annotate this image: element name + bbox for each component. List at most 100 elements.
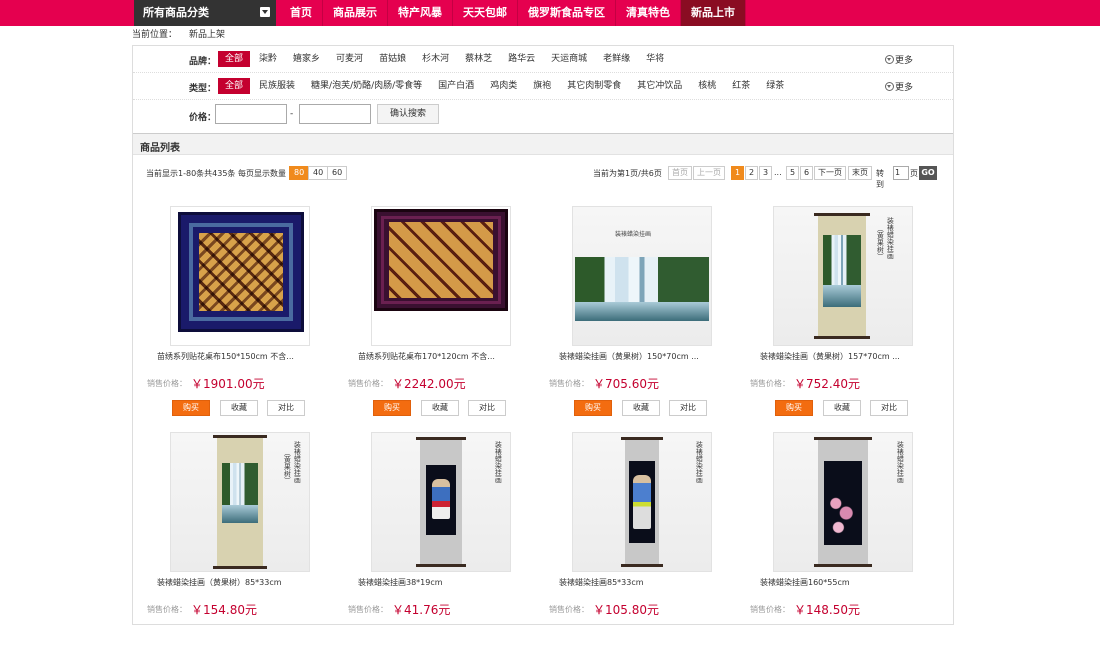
compare-button[interactable]: 对比 <box>267 400 305 416</box>
product-name[interactable]: 装裱蜡染挂画38*19cm <box>358 577 528 588</box>
brand-option[interactable]: 可麦河 <box>329 51 370 67</box>
product-card: 装裱蜡染挂画 装裱蜡染挂画（黄果树）150*70cm ... 销售价格： ￥70… <box>534 206 734 436</box>
product-name[interactable]: 装裱蜡染挂画160*55cm <box>760 577 930 588</box>
favorite-button[interactable]: 收藏 <box>823 400 861 416</box>
favorite-button[interactable]: 收藏 <box>622 400 660 416</box>
product-price: ￥752.40元 <box>794 377 860 391</box>
per-page-option[interactable]: 60 <box>327 166 348 180</box>
product-name[interactable]: 苗绣系列贴花桌布150*150cm 不含... <box>157 351 327 362</box>
favorite-button[interactable]: 收藏 <box>220 400 258 416</box>
list-summary: 当前显示1-80条共435条 每页显示数量 <box>146 168 286 179</box>
product-price: ￥705.60元 <box>593 377 659 391</box>
nav-link-home[interactable]: 首页 <box>280 0 323 26</box>
brand-option[interactable]: 柒黔 <box>252 51 284 67</box>
nav-link-specialty[interactable]: 特产风暴 <box>388 0 453 26</box>
type-option[interactable]: 糖果/泡芙/奶酪/肉肠/零食等 <box>304 78 429 94</box>
product-name[interactable]: 装裱蜡染挂画85*33cm <box>559 577 729 588</box>
per-page-option[interactable]: 80 <box>289 166 310 180</box>
painting-image: 装裱蜡染挂画 <box>372 433 510 571</box>
product-name[interactable]: 装裱蜡染挂画（黄果树）157*70cm ... <box>760 351 930 362</box>
brand-option[interactable]: 全部 <box>218 51 251 67</box>
compare-button[interactable]: 对比 <box>870 400 908 416</box>
next-page-button[interactable]: 下一页 <box>814 166 846 180</box>
nav-link-halal[interactable]: 清真特色 <box>616 0 681 26</box>
brand-filter-row: 品牌： 全部 柒黔 嬉家乡 可麦河 苗姑娘 杉木河 蔡林芝 路华云 天运商城 老… <box>133 46 953 73</box>
brand-option[interactable]: 华将 <box>639 51 671 67</box>
type-more-toggle[interactable]: 更多 <box>884 80 913 93</box>
price-label: 销售价格： <box>147 605 187 614</box>
brand-option[interactable]: 杉木河 <box>415 51 456 67</box>
compare-button[interactable]: 对比 <box>468 400 506 416</box>
nav-link-products[interactable]: 商品展示 <box>323 0 388 26</box>
product-image[interactable] <box>371 206 511 346</box>
waterfall-picture <box>823 235 861 307</box>
price-max-input[interactable] <box>299 104 371 124</box>
scroll-rod <box>416 564 466 567</box>
type-option[interactable]: 红茶 <box>725 78 757 94</box>
page-number[interactable]: 6 <box>800 166 814 180</box>
brand-option[interactable]: 路华云 <box>501 51 542 67</box>
nav-link-russian-food[interactable]: 俄罗斯食品专区 <box>518 0 616 26</box>
scroll-rod <box>621 564 663 567</box>
page-number[interactable]: 1 <box>731 166 745 180</box>
type-option[interactable]: 民族服装 <box>252 78 302 94</box>
page-number[interactable]: 5 <box>786 166 800 180</box>
product-image[interactable]: 装裱蜡染挂画 （黄果树） <box>170 432 310 572</box>
nav-link-free-shipping[interactable]: 天天包邮 <box>453 0 518 26</box>
compare-button[interactable]: 对比 <box>669 400 707 416</box>
buy-button[interactable]: 购买 <box>373 400 411 416</box>
brand-more-toggle[interactable]: 更多 <box>884 53 913 66</box>
product-card: 装裱蜡染挂画 （黄果树） 装裱蜡染挂画（黄果树）85*33cm 销售价格： ￥1… <box>132 432 332 662</box>
product-image[interactable] <box>170 206 310 346</box>
page-number[interactable]: 3 <box>759 166 773 180</box>
brand-option[interactable]: 蔡林芝 <box>458 51 499 67</box>
prev-page-button[interactable]: 上一页 <box>693 166 725 180</box>
brand-option[interactable]: 天运商城 <box>544 51 594 67</box>
price-label: 销售价格： <box>549 605 589 614</box>
brand-option[interactable]: 嬉家乡 <box>286 51 327 67</box>
product-image[interactable]: 装裱蜡染挂画 <box>572 206 712 346</box>
type-options: 全部 民族服装 糖果/泡芙/奶酪/肉肠/零食等 国产白酒 鸡肉类 旗袍 其它肉制… <box>218 78 793 94</box>
last-page-button[interactable]: 末页 <box>848 166 872 180</box>
favorite-button[interactable]: 收藏 <box>421 400 459 416</box>
scroll-rod <box>814 336 870 339</box>
breadcrumb-current[interactable]: 新品上架 <box>189 30 225 40</box>
price-label: 销售价格： <box>549 379 589 388</box>
type-option[interactable]: 鸡肉类 <box>483 78 524 94</box>
product-name[interactable]: 装裱蜡染挂画（黄果树）150*70cm ... <box>559 351 729 362</box>
price-min-input[interactable] <box>215 104 287 124</box>
scroll-rod <box>213 435 267 438</box>
type-option[interactable]: 其它冲饮品 <box>630 78 689 94</box>
type-option[interactable]: 全部 <box>218 78 251 94</box>
brand-option[interactable]: 老鲜缘 <box>596 51 637 67</box>
product-image[interactable]: 装裱蜡染挂画 <box>371 432 511 572</box>
per-page-option[interactable]: 40 <box>308 166 329 180</box>
type-option[interactable]: 绿茶 <box>759 78 791 94</box>
type-option[interactable]: 国产白酒 <box>431 78 481 94</box>
buy-button[interactable]: 购买 <box>775 400 813 416</box>
product-name[interactable]: 苗绣系列贴花桌布170*120cm 不含... <box>358 351 528 362</box>
buy-button[interactable]: 购买 <box>574 400 612 416</box>
expand-icon <box>884 55 894 64</box>
price-search-button[interactable]: 确认搜索 <box>377 104 439 124</box>
goto-page-input[interactable]: 1 <box>893 166 909 180</box>
type-option[interactable]: 核桃 <box>691 78 723 94</box>
goto-label: 转到 <box>876 169 884 189</box>
type-option[interactable]: 其它肉制零食 <box>560 78 628 94</box>
scroll-rod <box>213 566 267 569</box>
all-categories-menu[interactable]: 所有商品分类 <box>134 0 276 26</box>
product-image[interactable]: 装裱蜡染挂画 （黄果树） <box>773 206 913 346</box>
brand-option[interactable]: 苗姑娘 <box>372 51 413 67</box>
product-name[interactable]: 装裱蜡染挂画（黄果树）85*33cm <box>157 577 327 588</box>
type-option[interactable]: 旗袍 <box>526 78 558 94</box>
first-page-button[interactable]: 首页 <box>668 166 692 180</box>
product-image[interactable]: 装裱蜡染挂画 <box>773 432 913 572</box>
nav-link-new-arrivals[interactable]: 新品上市 <box>681 0 746 26</box>
buy-button[interactable]: 购买 <box>172 400 210 416</box>
product-image[interactable]: 装裱蜡染挂画 <box>572 432 712 572</box>
painting-image: 装裱蜡染挂画 （黄果树） <box>774 207 912 345</box>
product-card: 装裱蜡染挂画 装裱蜡染挂画38*19cm 销售价格： ￥41.76元 <box>333 432 533 662</box>
page-number[interactable]: 2 <box>745 166 759 180</box>
go-button[interactable]: GO <box>919 166 937 180</box>
list-count-text: 当前显示1-80条共435条 <box>146 169 236 178</box>
